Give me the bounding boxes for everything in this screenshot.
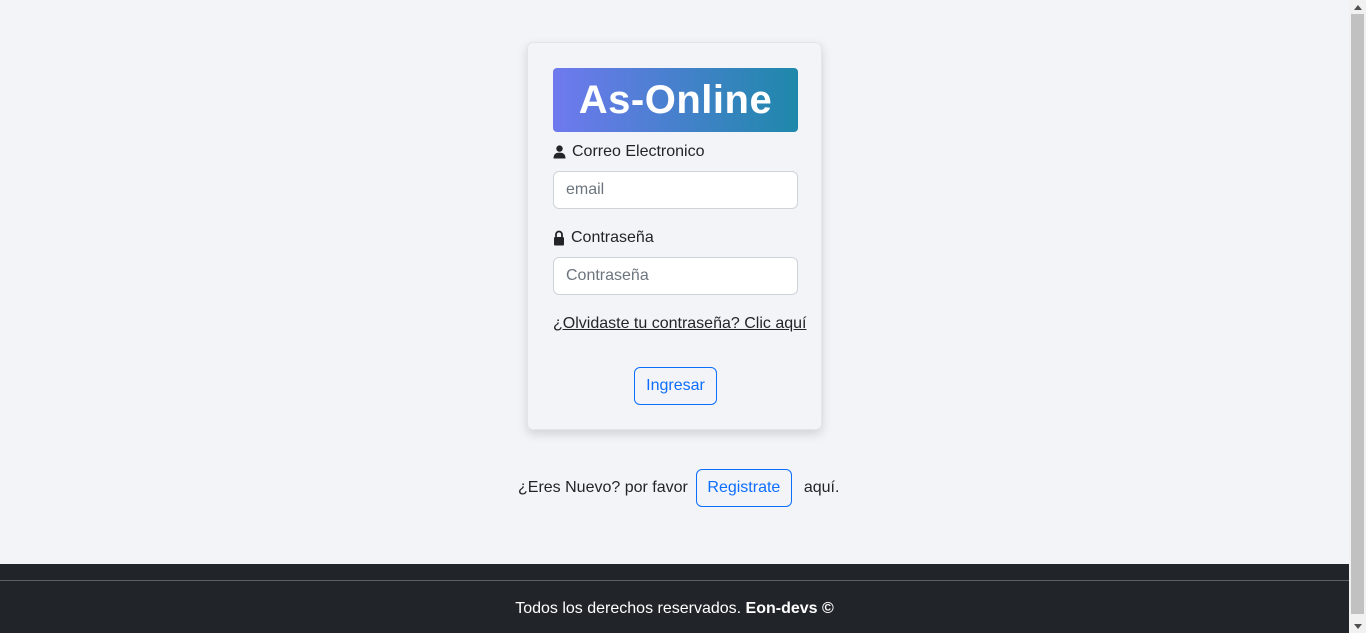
footer-rights: Todos los derechos reservados. [515,600,746,617]
login-card: As-Online Correo Electronico Contraseña … [527,42,822,430]
scroll-up-arrow-icon[interactable] [1349,0,1366,14]
register-row: ¿Eres Nuevo? por favor Registrate aquí. [518,469,839,507]
forgot-password-link[interactable]: ¿Olvidaste tu contraseña? Clic aquí [553,315,806,333]
register-button[interactable]: Registrate [695,469,792,507]
brand-title: As-Online [553,68,798,132]
email-label: Correo Electronico [553,143,705,161]
footer-text: Todos los derechos reservados. Eon-devs … [0,600,1349,618]
page: As-Online Correo Electronico Contraseña … [0,0,1349,633]
user-icon [553,145,566,159]
password-label-text: Contraseña [571,229,654,246]
scrollbar-thumb[interactable] [1351,14,1364,614]
email-label-text: Correo Electronico [572,143,705,160]
password-label: Contraseña [553,229,654,247]
login-button[interactable]: Ingresar [634,367,717,405]
password-field[interactable] [553,257,798,295]
footer-brand: Eon-devs © [745,600,834,617]
register-suffix: aquí. [803,479,840,496]
lock-icon [553,230,565,246]
vertical-scrollbar[interactable] [1349,0,1366,633]
footer: Todos los derechos reservados. Eon-devs … [0,564,1349,633]
register-prefix: ¿Eres Nuevo? por favor [518,479,688,496]
footer-divider [0,580,1349,581]
email-field[interactable] [553,171,798,209]
scroll-down-arrow-icon[interactable] [1349,619,1366,633]
